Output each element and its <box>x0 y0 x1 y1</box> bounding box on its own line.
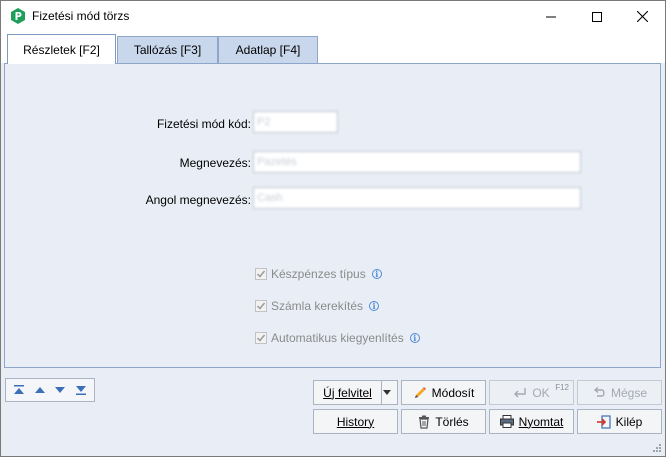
previous-record-button[interactable] <box>31 381 49 399</box>
title-bar[interactable]: Fizetési mód törzs <box>1 1 665 32</box>
cancel-button[interactable]: Mégse <box>577 380 662 405</box>
ok-button[interactable]: OK F12 <box>489 380 574 405</box>
tab-adatlap[interactable]: Adatlap [F4] <box>218 36 318 63</box>
tab-tallozas[interactable]: Tallózás [F3] <box>117 36 218 63</box>
new-record-dropdown[interactable] <box>381 380 398 405</box>
print-label: Nyomtat <box>518 414 564 429</box>
ok-shortcut: F12 <box>555 383 569 392</box>
trash-icon <box>419 415 430 429</box>
window-title: Fizetési mód törzs <box>32 9 130 23</box>
tab-label: Tallózás [F3] <box>133 43 202 57</box>
return-arrow-icon <box>514 387 527 397</box>
checkmark-icon <box>256 334 266 342</box>
minimize-icon <box>546 16 556 17</box>
tab-label: Részletek [F2] <box>23 42 100 57</box>
info-icon[interactable]: i <box>371 269 382 279</box>
info-icon[interactable]: i <box>369 301 380 311</box>
delete-label: Törlés <box>435 414 469 429</box>
maximize-icon <box>592 11 602 22</box>
details-panel: Fizetési mód kód: P2 Megnevezés: Pazetés… <box>4 63 661 368</box>
modify-label: Módosít <box>431 385 475 400</box>
exit-label: Kilép <box>615 414 643 429</box>
english-name-label: Angol megnevezés: <box>145 193 251 207</box>
ok-label: OK <box>532 385 550 400</box>
info-icon[interactable]: i <box>409 333 420 343</box>
checkbox-label: Készpénzes típus <box>271 267 366 281</box>
checkbox-box[interactable] <box>255 268 267 280</box>
up-arrow-icon <box>34 387 45 393</box>
modify-button[interactable]: Módosít <box>401 380 486 405</box>
delete-button[interactable]: Törlés <box>401 409 486 434</box>
checkbox-box[interactable] <box>255 300 267 312</box>
first-record-button[interactable] <box>10 381 28 399</box>
tab-reszletek[interactable]: Részletek [F2] <box>7 34 116 64</box>
main-window: Fizetési mód törzs Részletek [F2] Tallóz… <box>0 0 666 457</box>
cash-type-checkbox[interactable]: Készpénzes típus i <box>255 267 382 281</box>
close-icon <box>636 11 648 22</box>
checkmark-icon <box>256 270 266 278</box>
minimize-button[interactable] <box>528 1 574 32</box>
history-label: History <box>336 414 375 429</box>
checkmark-icon <box>256 302 266 310</box>
app-logo-icon <box>10 8 26 24</box>
pencil-icon <box>414 386 426 398</box>
chevron-down-icon <box>383 390 391 395</box>
maximize-button[interactable] <box>574 1 620 32</box>
new-record-label: Új felvitel <box>323 385 372 400</box>
resize-grip-icon[interactable] <box>652 443 662 453</box>
print-button[interactable]: Nyomtat <box>489 409 574 434</box>
checkbox-box[interactable] <box>255 332 267 344</box>
record-navigator <box>5 378 95 402</box>
exit-door-icon <box>596 414 611 429</box>
name-field[interactable]: Pazetés <box>253 151 581 173</box>
checkbox-label: Számla kerekítés <box>271 299 364 313</box>
undo-icon <box>593 386 605 397</box>
exit-button[interactable]: Kilép <box>577 409 662 434</box>
tab-strip: Részletek [F2] Tallózás [F3] Adatlap [F4… <box>1 32 665 64</box>
invoice-rounding-checkbox[interactable]: Számla kerekítés i <box>255 299 380 313</box>
checkbox-label: Automatikus kiegyenlítés <box>271 331 404 345</box>
english-name-field[interactable]: Cash <box>253 187 581 209</box>
new-record-button[interactable]: Új felvitel <box>313 380 382 405</box>
last-arrow-icon <box>75 386 86 395</box>
cancel-label: Mégse <box>610 385 648 400</box>
first-arrow-icon <box>14 385 25 394</box>
next-record-button[interactable] <box>51 381 69 399</box>
tab-label: Adatlap [F4] <box>235 43 301 57</box>
name-label: Megnevezés: <box>179 156 251 170</box>
printer-icon <box>499 415 514 428</box>
payment-code-label: Fizetési mód kód: <box>156 117 251 131</box>
down-arrow-icon <box>55 387 66 393</box>
last-record-button[interactable] <box>72 381 90 399</box>
close-button[interactable] <box>619 1 665 32</box>
history-button[interactable]: History <box>313 409 398 434</box>
auto-settlement-checkbox[interactable]: Automatikus kiegyenlítés i <box>255 331 420 345</box>
payment-code-field[interactable]: P2 <box>253 111 338 133</box>
